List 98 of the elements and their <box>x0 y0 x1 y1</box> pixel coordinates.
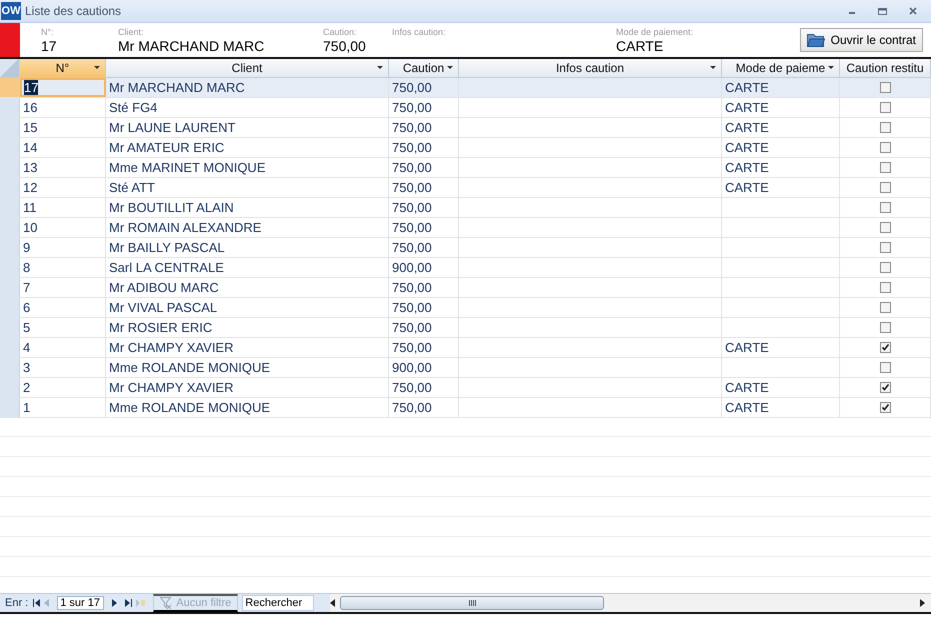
table-row[interactable]: 9 Mr BAILLY PASCAL 750,00 <box>0 238 931 258</box>
field-value: 750,00 <box>323 37 367 55</box>
table-row[interactable]: 1 Mme ROLANDE MONIQUE 750,00 CARTE <box>0 398 931 418</box>
table-cell: 1 <box>23 400 30 415</box>
table-cell: Mr BAILLY PASCAL <box>109 240 225 255</box>
table-cell: Mr CHAMPY XAVIER <box>109 340 234 355</box>
table-cell: 11 <box>23 200 36 215</box>
table-cell: Sarl LA CENTRALE <box>109 260 224 275</box>
field-value: CARTE <box>616 37 664 55</box>
record-position-field[interactable]: 1 sur 17 <box>57 596 104 610</box>
table-cell: 10 <box>23 220 38 235</box>
table-cell: 750,00 <box>392 240 432 255</box>
table-cell: CARTE <box>725 340 769 355</box>
table-cell: 900,00 <box>392 360 432 375</box>
table-cell: 12 <box>23 180 38 195</box>
table-cell: 750,00 <box>392 380 432 395</box>
table-cell: CARTE <box>725 380 769 395</box>
table-cell: CARTE <box>725 80 769 95</box>
table-cell: 750,00 <box>392 100 432 115</box>
table-cell: 5 <box>23 320 30 335</box>
table-cell: CARTE <box>725 400 769 415</box>
table-cell: 750,00 <box>392 320 432 335</box>
table-cell: 750,00 <box>392 160 432 175</box>
column-header[interactable]: Caution <box>389 59 459 77</box>
table-cell: 15 <box>23 120 38 135</box>
window-title: Liste des cautions <box>25 4 122 18</box>
table-row[interactable]: 2 Mr CHAMPY XAVIER 750,00 CARTE <box>0 378 931 398</box>
table-cell: Mme ROLANDE MONIQUE <box>109 400 270 415</box>
table-cell: 2 <box>23 380 30 395</box>
table-cell: 750,00 <box>392 200 432 215</box>
table-cell: 900,00 <box>392 260 432 275</box>
table-row[interactable]: 12 Sté ATT 750,00 CARTE <box>0 178 931 198</box>
table-row[interactable]: 7 Mr ADIBOU MARC 750,00 <box>0 278 931 298</box>
table-cell: Mr VIVAL PASCAL <box>109 300 218 315</box>
table-cell: 6 <box>23 300 30 315</box>
table-cell: Mr ADIBOU MARC <box>109 280 219 295</box>
field-label: Client: <box>118 27 145 37</box>
table-cell: 17 <box>24 80 38 95</box>
table-cell: 8 <box>23 260 30 275</box>
table-cell: 750,00 <box>392 340 432 355</box>
table-cell: 14 <box>23 140 38 155</box>
table-row[interactable]: 11 Mr BOUTILLIT ALAIN 750,00 <box>0 198 931 218</box>
column-header[interactable]: Client <box>106 59 389 77</box>
table-cell: 750,00 <box>392 300 432 315</box>
field-value: 17 <box>41 37 58 55</box>
table-cell: Mr MARCHAND MARC <box>109 80 245 95</box>
field-label: Mode de paiement: <box>616 27 694 37</box>
field-value: Mr MARCHAND MARC <box>118 37 266 55</box>
table-row[interactable]: 16 Sté FG4 750,00 CARTE <box>0 98 931 118</box>
table-cell: CARTE <box>725 160 769 175</box>
table-row[interactable]: 10 Mr ROMAIN ALEXANDRE 750,00 <box>0 218 931 238</box>
table-cell: 750,00 <box>392 80 432 95</box>
table-row[interactable]: 14 Mr AMATEUR ERIC 750,00 CARTE <box>0 138 931 158</box>
table-cell: CARTE <box>725 100 769 115</box>
table-row[interactable]: 15 Mr LAUNE LAURENT 750,00 CARTE <box>0 118 931 138</box>
column-header[interactable]: Mode de paieme <box>722 59 840 77</box>
table-cell: 750,00 <box>392 220 432 235</box>
table-row[interactable]: 13 Mme MARINET MONIQUE 750,00 CARTE <box>0 158 931 178</box>
table-cell: 9 <box>23 240 30 255</box>
table-cell: Mr ROSIER ERIC <box>109 320 212 335</box>
field-label: Caution: <box>323 27 358 37</box>
table-cell: Mr BOUTILLIT ALAIN <box>109 200 234 215</box>
table-cell: Mme ROLANDE MONIQUE <box>109 360 270 375</box>
table-cell: 750,00 <box>392 280 432 295</box>
table-cell: 750,00 <box>392 400 432 415</box>
table-cell: 750,00 <box>392 140 432 155</box>
table-row[interactable]: 17 Mr MARCHAND MARC 750,00 CARTE <box>0 78 931 98</box>
table-cell: 7 <box>23 280 30 295</box>
table-cell: 16 <box>23 100 38 115</box>
field-label: N°: <box>41 27 55 37</box>
table-cell: CARTE <box>725 140 769 155</box>
table-row[interactable]: 3 Mme ROLANDE MONIQUE 900,00 <box>0 358 931 378</box>
search-field[interactable]: Rechercher <box>242 595 314 611</box>
app-badge: OW <box>1 2 21 20</box>
table-row[interactable]: 4 Mr CHAMPY XAVIER 750,00 CARTE <box>0 338 931 358</box>
table-cell: Mme MARINET MONIQUE <box>109 160 266 175</box>
table-cell: Mr LAUNE LAURENT <box>109 120 236 135</box>
column-header[interactable]: Caution restitu <box>840 59 931 77</box>
table-row[interactable]: 6 Mr VIVAL PASCAL 750,00 <box>0 298 931 318</box>
table-row[interactable]: 5 Mr ROSIER ERIC 750,00 <box>0 318 931 338</box>
record-label: Enr : <box>5 597 28 609</box>
table-cell: Mr CHAMPY XAVIER <box>109 380 234 395</box>
table-cell: 4 <box>23 340 30 355</box>
open-contract-button[interactable]: Ouvrir le contrat <box>800 28 923 52</box>
table-cell: CARTE <box>725 180 769 195</box>
table-cell: Mr AMATEUR ERIC <box>109 140 224 155</box>
table-cell: Mr ROMAIN ALEXANDRE <box>109 220 262 235</box>
column-header[interactable]: N° <box>20 59 106 77</box>
field-label: Infos caution: <box>392 27 447 37</box>
table-cell: CARTE <box>725 120 769 135</box>
table-cell: 3 <box>23 360 30 375</box>
table-cell: 13 <box>23 160 38 175</box>
table-cell: Sté ATT <box>109 180 155 195</box>
table-row[interactable]: 8 Sarl LA CENTRALE 900,00 <box>0 258 931 278</box>
table-cell: Sté FG4 <box>109 100 158 115</box>
table-cell: 750,00 <box>392 180 432 195</box>
table-cell: 750,00 <box>392 120 432 135</box>
column-header[interactable]: Infos caution <box>459 59 722 77</box>
